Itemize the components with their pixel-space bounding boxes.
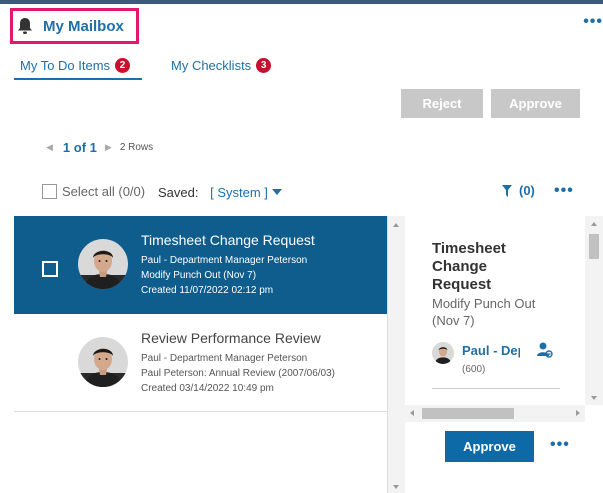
list-item[interactable]: Review Performance Review Paul - Departm…: [14, 314, 387, 412]
next-page-icon[interactable]: ▶: [105, 142, 112, 153]
page-indicator: 1 of 1: [62, 139, 97, 155]
detail-title: Timesheet Change Request: [432, 240, 506, 293]
item-description: Paul Peterson: Annual Review (2007/06/03…: [141, 368, 336, 379]
count-badge: 2: [115, 57, 131, 73]
scroll-down-icon[interactable]: [393, 485, 399, 489]
item-created: Created 03/14/2022 10:49 pm: [141, 383, 274, 394]
avatar: [78, 337, 128, 387]
filter-button[interactable]: (0): [502, 183, 535, 198]
approve-all-button[interactable]: Approve: [491, 89, 580, 118]
list-item[interactable]: Timesheet Change Request Paul - Departme…: [14, 216, 387, 314]
select-all[interactable]: Select all (0/0): [42, 184, 145, 199]
tab-my-checklists[interactable]: My Checklists 3: [171, 52, 272, 79]
item-title: Timesheet Change Request: [141, 232, 315, 248]
mailbox-header: My Mailbox •••: [0, 4, 603, 46]
detail-horizontal-scrollbar[interactable]: [405, 405, 585, 422]
list-toolbar: Select all (0/0) Saved: [ System ] (0) •…: [42, 183, 582, 203]
select-all-label: Select all (0/0): [62, 184, 146, 199]
item-description: Modify Punch Out (Nov 7): [141, 270, 257, 281]
tab-label: My Checklists: [171, 58, 252, 73]
approve-button[interactable]: Approve: [445, 431, 534, 462]
count-badge: 3: [256, 58, 272, 73]
detail-person-link[interactable]: Paul - Department Manager Peterson: [462, 343, 520, 358]
select-all-checkbox[interactable]: [42, 184, 57, 199]
list-scrollbar[interactable]: [387, 216, 405, 493]
detail-more-menu[interactable]: •••: [550, 437, 570, 453]
scroll-thumb[interactable]: [589, 234, 599, 259]
divider: [432, 388, 560, 389]
item-title: Review Performance Review: [141, 330, 321, 346]
row-checkbox[interactable]: [42, 261, 58, 277]
pager: ◀ 1 of 1 ▶ 2 Rows: [46, 139, 153, 155]
filter-icon: [502, 184, 512, 197]
saved-view: Saved: [ System ]: [158, 185, 282, 200]
saved-label: Saved:: [158, 185, 199, 200]
person-link-icon[interactable]: [536, 341, 554, 359]
saved-value: [ System ]: [210, 185, 268, 200]
item-requester: Paul - Department Manager Peterson: [141, 353, 308, 364]
avatar: [432, 342, 454, 364]
page-title[interactable]: My Mailbox: [43, 18, 124, 35]
scroll-right-icon[interactable]: [576, 410, 580, 416]
scroll-down-icon[interactable]: [591, 396, 597, 400]
detail-person-id: (600): [462, 364, 486, 375]
scroll-up-icon[interactable]: [393, 223, 399, 227]
filter-count: (0): [519, 183, 535, 198]
saved-view-dropdown[interactable]: [ System ]: [210, 185, 282, 200]
prev-page-icon[interactable]: ◀: [46, 142, 53, 153]
header-more-menu[interactable]: •••: [583, 14, 603, 30]
avatar: [78, 239, 128, 289]
detail-vertical-scrollbar[interactable]: [585, 216, 603, 405]
reject-button[interactable]: Reject: [401, 89, 483, 118]
detail-subtitle: Modify Punch Out (Nov 7): [432, 296, 536, 328]
tab-my-to-do-items[interactable]: My To Do Items 2: [14, 52, 142, 80]
bell-icon: [18, 18, 32, 34]
item-created: Created 11/07/2022 02:12 pm: [141, 285, 274, 296]
scroll-thumb[interactable]: [422, 408, 514, 419]
tab-label: My To Do Items: [20, 57, 111, 73]
item-requester: Paul - Department Manager Peterson: [141, 255, 308, 266]
mailbox-title-highlight: My Mailbox: [10, 8, 139, 44]
caret-down-icon: [271, 189, 282, 195]
mailbox-list: Timesheet Change Request Paul - Departme…: [14, 216, 387, 493]
list-more-menu[interactable]: •••: [554, 183, 574, 199]
scroll-left-icon[interactable]: [410, 410, 414, 416]
scroll-up-icon[interactable]: [591, 222, 597, 226]
mailbox-tabs: My To Do Items 2 My Checklists 3: [14, 52, 414, 80]
row-count: 2 Rows: [119, 141, 154, 153]
